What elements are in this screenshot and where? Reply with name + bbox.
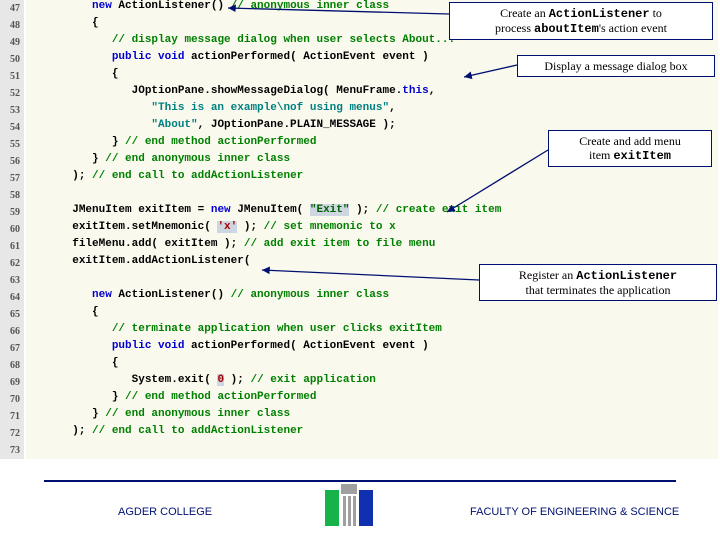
line-number: 70 — [0, 391, 24, 408]
line-number: 63 — [0, 272, 24, 289]
line-number: 58 — [0, 187, 24, 204]
code-line: System.exit( 0 ); // exit application — [26, 374, 718, 391]
code-line: public void actionPerformed( ActionEvent… — [26, 340, 718, 357]
code-line: exitItem.setMnemonic( 'x' ); // set mnem… — [26, 221, 718, 238]
line-number-gutter: 4748495051525354555657585960616263646566… — [0, 0, 24, 459]
line-number: 61 — [0, 238, 24, 255]
college-logo — [325, 484, 375, 537]
code-ref: exitItem — [613, 149, 671, 163]
line-number: 50 — [0, 51, 24, 68]
line-number: 57 — [0, 170, 24, 187]
line-number: 67 — [0, 340, 24, 357]
footer-right: FACULTY OF ENGINEERING & SCIENCE — [470, 506, 679, 518]
text: Create and add menu — [579, 134, 681, 148]
callout-dialog: Display a message dialog box — [517, 55, 715, 77]
code-line: JMenuItem exitItem = new JMenuItem( "Exi… — [26, 204, 718, 221]
code-line: } // end anonymous inner class — [26, 408, 718, 425]
line-number: 73 — [0, 442, 24, 459]
code-line: } // end method actionPerformed — [26, 391, 718, 408]
footer-left: AGDER COLLEGE — [118, 506, 212, 518]
code-ref: ActionListener — [549, 7, 650, 21]
slide: 4748495051525354555657585960616263646566… — [0, 0, 720, 540]
line-number: 60 — [0, 221, 24, 238]
code-line: // terminate application when user click… — [26, 323, 718, 340]
text: Display a message dialog box — [544, 59, 687, 73]
callout-action-listener: Create an ActionListener to process abou… — [449, 2, 713, 40]
text: 's action event — [599, 21, 667, 35]
line-number: 56 — [0, 153, 24, 170]
text: item — [589, 148, 613, 162]
code-line — [26, 187, 718, 204]
callout-exit-item: Create and add menu item exitItem — [548, 130, 712, 167]
line-number: 68 — [0, 357, 24, 374]
line-number: 62 — [0, 255, 24, 272]
line-number: 71 — [0, 408, 24, 425]
line-number: 59 — [0, 204, 24, 221]
text: process — [495, 21, 534, 35]
footer-rule — [44, 480, 676, 482]
text: that terminates the application — [526, 283, 671, 297]
callout-register-listener: Register an ActionListener that terminat… — [479, 264, 717, 301]
line-number: 51 — [0, 68, 24, 85]
code-line: ); // end call to addActionListener — [26, 170, 718, 187]
line-number: 55 — [0, 136, 24, 153]
text: to — [650, 6, 662, 20]
line-number: 53 — [0, 102, 24, 119]
text: Register an — [519, 268, 576, 282]
code-line: { — [26, 357, 718, 374]
code-ref: ActionListener — [576, 269, 677, 283]
code-line — [26, 442, 718, 459]
line-number: 52 — [0, 85, 24, 102]
line-number: 49 — [0, 34, 24, 51]
line-number: 54 — [0, 119, 24, 136]
text: Create an — [500, 6, 549, 20]
line-number: 65 — [0, 306, 24, 323]
code-line: JOptionPane.showMessageDialog( MenuFrame… — [26, 85, 718, 102]
line-number: 64 — [0, 289, 24, 306]
code-line: fileMenu.add( exitItem ); // add exit it… — [26, 238, 718, 255]
line-number: 69 — [0, 374, 24, 391]
code-ref: aboutItem — [534, 22, 599, 36]
code-line: "This is an example\nof using menus", — [26, 102, 718, 119]
line-number: 48 — [0, 17, 24, 34]
code-line: ); // end call to addActionListener — [26, 425, 718, 442]
line-number: 66 — [0, 323, 24, 340]
line-number: 72 — [0, 425, 24, 442]
code-line: { — [26, 306, 718, 323]
line-number: 47 — [0, 0, 24, 17]
